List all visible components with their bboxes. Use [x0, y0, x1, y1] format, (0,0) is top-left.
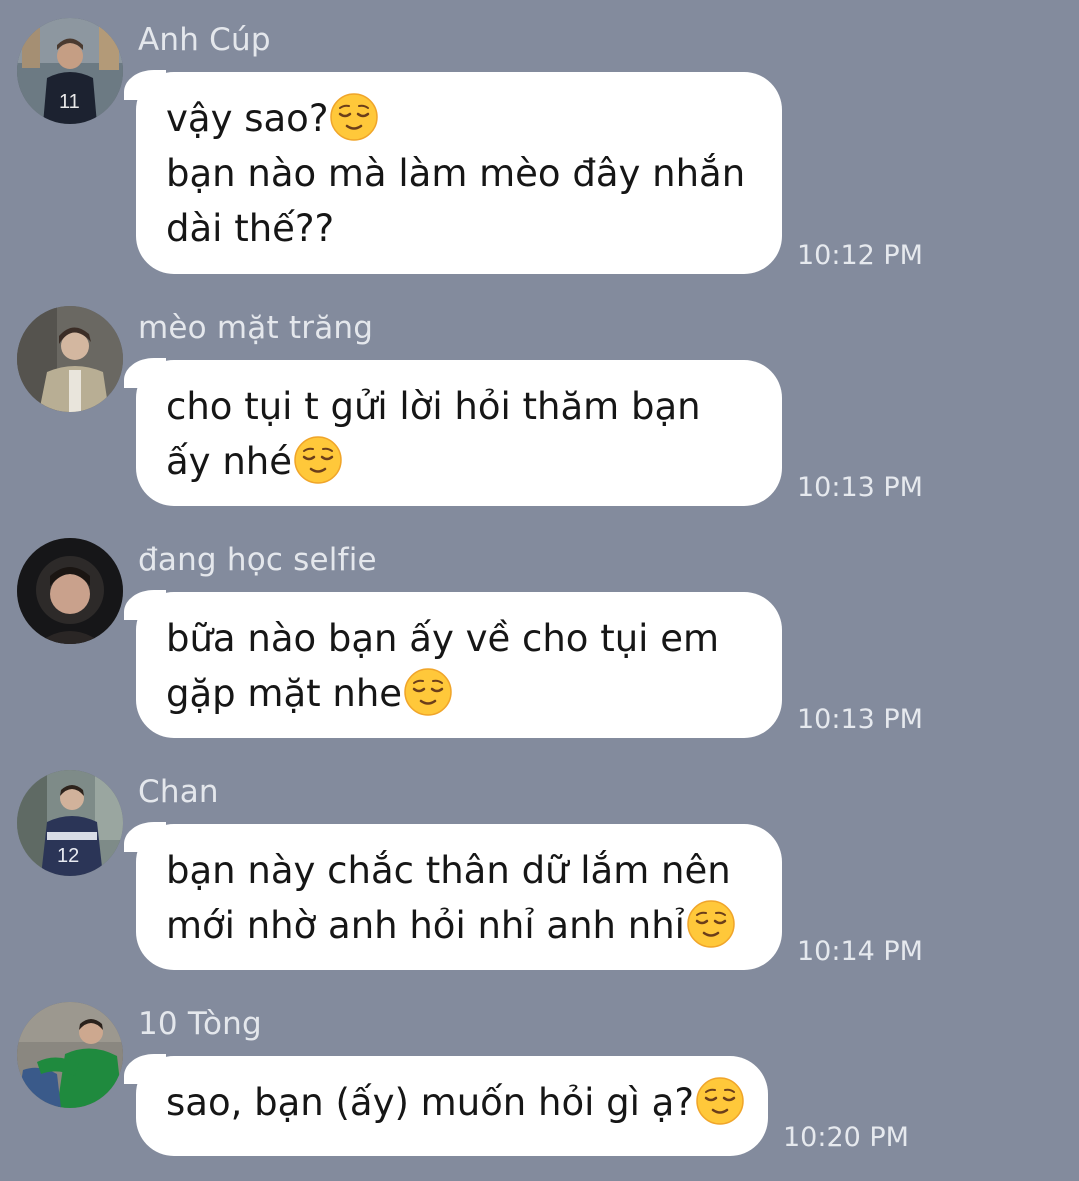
- message-bubble[interactable]: vậy sao? bạn nào mà làm mèo đây nhắn dài…: [124, 70, 782, 274]
- message-bubble[interactable]: cho tụi t gửi lời hỏi thăm bạn ấy nhé: [124, 358, 782, 506]
- sender-name: đang học selfie: [138, 542, 377, 578]
- avatar[interactable]: 11: [17, 18, 123, 124]
- relieved-face-emoji-icon: [329, 92, 379, 142]
- relieved-face-emoji-icon: [403, 667, 453, 717]
- message-text: dài thế??: [166, 207, 335, 250]
- message-text: bữa nào bạn ấy về cho tụi em: [166, 617, 720, 660]
- message-text: vậy sao?: [166, 97, 329, 140]
- message-text: sao, bạn (ấy) muốn hỏi gì ạ?: [166, 1081, 694, 1124]
- avatar-photo-icon: [17, 1002, 123, 1108]
- avatar-photo-icon: 11: [17, 18, 123, 124]
- avatar[interactable]: [17, 1002, 123, 1108]
- avatar[interactable]: [17, 538, 123, 644]
- svg-text:11: 11: [59, 91, 80, 113]
- message-timestamp: 10:13 PM: [797, 704, 923, 735]
- message-text: ấy nhé: [166, 440, 292, 483]
- message-text: cho tụi t gửi lời hỏi thăm bạn: [166, 385, 701, 428]
- avatar-photo-icon: [17, 306, 123, 412]
- message-text: gặp mặt nhe: [166, 672, 403, 715]
- message-bubble[interactable]: sao, bạn (ấy) muốn hỏi gì ạ?: [124, 1054, 768, 1156]
- avatar[interactable]: [17, 306, 123, 412]
- avatar-photo-icon: 12: [17, 770, 123, 876]
- relieved-face-emoji-icon: [686, 899, 736, 949]
- sender-name: 10 Tòng: [138, 1006, 262, 1042]
- relieved-face-emoji-icon: [695, 1076, 745, 1126]
- relieved-face-emoji-icon: [293, 435, 343, 485]
- avatar-photo-icon: [17, 538, 123, 644]
- sender-name: Anh Cúp: [138, 22, 271, 58]
- avatar[interactable]: 12: [17, 770, 123, 876]
- message-bubble[interactable]: bạn này chắc thân dữ lắm nên mới nhờ anh…: [124, 822, 782, 970]
- message-timestamp: 10:20 PM: [783, 1122, 909, 1153]
- message-timestamp: 10:14 PM: [797, 936, 923, 967]
- message-text: bạn này chắc thân dữ lắm nên: [166, 849, 731, 892]
- sender-name: Chan: [138, 774, 219, 810]
- message-timestamp: 10:13 PM: [797, 472, 923, 503]
- message-text: mới nhờ anh hỏi nhỉ anh nhỉ: [166, 904, 685, 947]
- message-bubble[interactable]: bữa nào bạn ấy về cho tụi em gặp mặt nhe: [124, 590, 782, 738]
- message-text: bạn nào mà làm mèo đây nhắn: [166, 152, 746, 195]
- svg-text:12: 12: [57, 845, 79, 867]
- message-timestamp: 10:12 PM: [797, 240, 923, 271]
- sender-name: mèo mặt trăng: [138, 310, 374, 346]
